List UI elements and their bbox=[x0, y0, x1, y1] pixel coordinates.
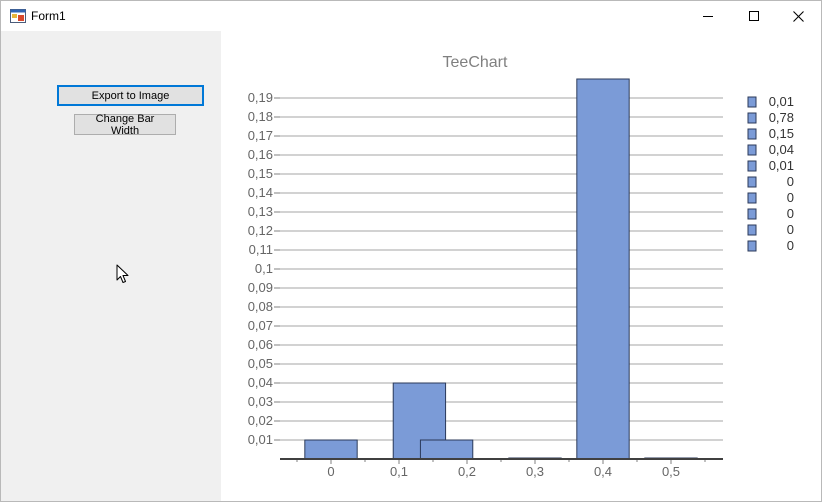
legend-label: 0 bbox=[787, 206, 794, 221]
legend-label: 0,01 bbox=[769, 158, 794, 173]
legend-label: 0,78 bbox=[769, 110, 794, 125]
x-axis-ticks: 0 0,1 0,2 0,3 0,4 0,5 bbox=[296, 459, 706, 479]
form-app-icon bbox=[10, 9, 26, 23]
y-tick-label: 0,17 bbox=[248, 128, 273, 143]
legend-swatch bbox=[747, 96, 757, 108]
y-tick-label: 0,04 bbox=[248, 375, 273, 390]
legend-label: 0 bbox=[787, 222, 794, 237]
control-panel: Export to Image Change Bar Width bbox=[1, 31, 221, 501]
legend-label: 0 bbox=[787, 238, 794, 253]
legend-label: 0 bbox=[787, 174, 794, 189]
legend-label: 0,01 bbox=[769, 94, 794, 109]
y-tick-label: 0,13 bbox=[248, 204, 273, 219]
close-icon bbox=[792, 10, 804, 22]
app-window: Form1 Export to Image Change Bar Width T… bbox=[0, 0, 822, 502]
grid-layer bbox=[280, 97, 723, 441]
y-tick-label: 0,07 bbox=[248, 318, 273, 333]
y-tick-label: 0,18 bbox=[248, 109, 273, 124]
x-tick-label: 0,4 bbox=[594, 464, 612, 479]
y-tick-label: 0,14 bbox=[248, 185, 273, 200]
maximize-icon bbox=[749, 11, 759, 21]
x-tick-label: 0,2 bbox=[458, 464, 476, 479]
minimize-button[interactable] bbox=[685, 1, 731, 31]
chart-title: TeeChart bbox=[443, 54, 508, 71]
minimize-icon bbox=[703, 11, 713, 21]
y-tick-label: 0,11 bbox=[249, 242, 273, 257]
close-button[interactable] bbox=[775, 1, 821, 31]
window-title: Form1 bbox=[31, 9, 66, 23]
y-tick-label: 0,05 bbox=[248, 356, 273, 371]
y-tick-label: 0,03 bbox=[248, 394, 273, 409]
y-tick-label: 0,1 bbox=[255, 261, 273, 276]
bar[interactable] bbox=[304, 439, 358, 460]
y-tick-label: 0,01 bbox=[248, 432, 273, 447]
legend-swatch bbox=[747, 144, 757, 156]
export-to-image-button[interactable]: Export to Image bbox=[57, 85, 204, 106]
y-tick-label: 0,02 bbox=[248, 413, 273, 428]
title-bar[interactable]: Form1 bbox=[1, 1, 821, 31]
legend-swatch bbox=[747, 208, 757, 220]
bar[interactable] bbox=[576, 78, 630, 460]
y-tick-label: 0,06 bbox=[248, 337, 273, 352]
legend-swatch bbox=[747, 176, 757, 188]
legend-swatch bbox=[747, 240, 757, 252]
x-tick-label: 0 bbox=[327, 464, 334, 479]
y-tick-label: 0,12 bbox=[248, 223, 273, 238]
legend-label: 0 bbox=[787, 190, 794, 205]
legend-swatch bbox=[747, 192, 757, 204]
x-tick-label: 0,3 bbox=[526, 464, 544, 479]
teechart-panel[interactable]: TeeChart 0,01 0,02 0,03 0,04 0,05 0,06 0,07 0,0… bbox=[221, 31, 821, 501]
y-tick-label: 0,09 bbox=[248, 280, 273, 295]
y-tick-label: 0,19 bbox=[248, 90, 273, 105]
y-axis-ticks: 0,01 0,02 0,03 0,04 0,05 0,06 0,07 0,08 0,09 0,1 0… bbox=[248, 90, 280, 447]
y-tick-label: 0,16 bbox=[248, 147, 273, 162]
y-tick-label: 0,08 bbox=[248, 299, 273, 314]
legend-label: 0,04 bbox=[769, 142, 794, 157]
legend: 0,010,780,150,040,0100000 bbox=[747, 94, 794, 253]
legend-swatch bbox=[747, 224, 757, 236]
legend-swatch bbox=[747, 112, 757, 124]
x-tick-label: 0,1 bbox=[390, 464, 408, 479]
maximize-button[interactable] bbox=[731, 1, 777, 31]
mouse-cursor-icon bbox=[116, 264, 130, 289]
chart-svg: TeeChart 0,010,020,030,040,050,060,070,0… bbox=[248, 54, 794, 479]
y-tick-label: 0,15 bbox=[248, 166, 273, 181]
legend-swatch bbox=[747, 128, 757, 140]
legend-label: 0,15 bbox=[769, 126, 794, 141]
legend-swatch bbox=[747, 160, 757, 172]
x-tick-label: 0,5 bbox=[662, 464, 680, 479]
change-bar-width-button[interactable]: Change Bar Width bbox=[74, 113, 176, 137]
bar[interactable] bbox=[419, 439, 474, 460]
